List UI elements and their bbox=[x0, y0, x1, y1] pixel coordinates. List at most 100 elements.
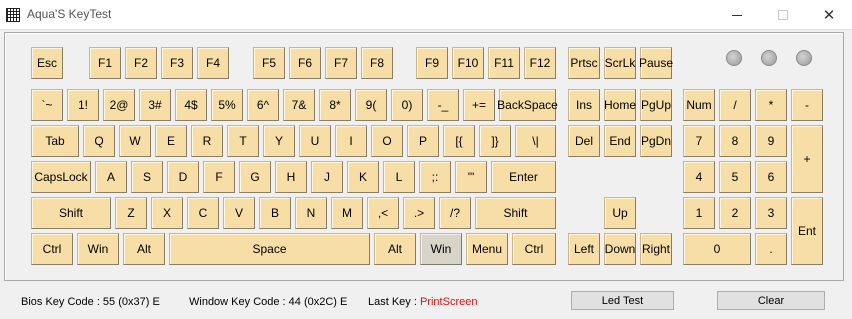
key-kp-3[interactable]: 3 bbox=[755, 197, 787, 229]
key-backslash[interactable]: \| bbox=[515, 125, 556, 157]
key-kp-enter[interactable]: Ent bbox=[791, 197, 823, 265]
key-kp-subtract[interactable]: - bbox=[791, 89, 823, 121]
key-7[interactable]: 7& bbox=[283, 89, 315, 121]
key-f4[interactable]: F4 bbox=[197, 47, 229, 79]
key-kp-0[interactable]: 0 bbox=[683, 233, 751, 265]
key-p[interactable]: P bbox=[407, 125, 439, 157]
key-0[interactable]: 0) bbox=[391, 89, 423, 121]
key-5[interactable]: 5% bbox=[211, 89, 243, 121]
key-right[interactable]: Right bbox=[640, 233, 672, 265]
key-t[interactable]: T bbox=[227, 125, 259, 157]
key-c[interactable]: C bbox=[187, 197, 219, 229]
key-f10[interactable]: F10 bbox=[452, 47, 484, 79]
key-2[interactable]: 2@ bbox=[103, 89, 135, 121]
key-6[interactable]: 6^ bbox=[247, 89, 279, 121]
key-lbracket[interactable]: [{ bbox=[443, 125, 475, 157]
key-scrlk[interactable]: ScrLk bbox=[604, 47, 636, 79]
key-backspace[interactable]: BackSpace bbox=[497, 89, 558, 121]
key-kp-2[interactable]: 2 bbox=[719, 197, 751, 229]
key-up[interactable]: Up bbox=[604, 197, 636, 229]
key-k[interactable]: K bbox=[347, 161, 379, 193]
key-x[interactable]: X bbox=[151, 197, 183, 229]
key-l[interactable]: L bbox=[383, 161, 415, 193]
key-numlock[interactable]: Num bbox=[683, 89, 715, 121]
key-pgdn[interactable]: PgDn bbox=[640, 125, 672, 157]
key-f[interactable]: F bbox=[203, 161, 235, 193]
key-u[interactable]: U bbox=[299, 125, 331, 157]
key-lwin[interactable]: Win bbox=[77, 233, 119, 265]
key-f7[interactable]: F7 bbox=[325, 47, 357, 79]
key-left[interactable]: Left bbox=[568, 233, 600, 265]
key-g[interactable]: G bbox=[239, 161, 271, 193]
close-button[interactable]: ✕ bbox=[806, 0, 852, 30]
key-f1[interactable]: F1 bbox=[89, 47, 121, 79]
key-f6[interactable]: F6 bbox=[289, 47, 321, 79]
key-f8[interactable]: F8 bbox=[361, 47, 393, 79]
key-m[interactable]: M bbox=[331, 197, 363, 229]
key-tab[interactable]: Tab bbox=[31, 125, 79, 157]
key-4[interactable]: 4$ bbox=[175, 89, 207, 121]
key-e[interactable]: E bbox=[155, 125, 187, 157]
key-home[interactable]: Home bbox=[604, 89, 636, 121]
key-kp-7[interactable]: 7 bbox=[683, 125, 715, 157]
key-1[interactable]: 1! bbox=[67, 89, 99, 121]
key-s[interactable]: S bbox=[131, 161, 163, 193]
key-a[interactable]: A bbox=[95, 161, 127, 193]
clear-button[interactable]: Clear bbox=[717, 291, 825, 310]
key-kp-9[interactable]: 9 bbox=[755, 125, 787, 157]
key-quote[interactable]: '" bbox=[455, 161, 487, 193]
key-3[interactable]: 3# bbox=[139, 89, 171, 121]
key-kp-multiply[interactable]: * bbox=[755, 89, 787, 121]
key-f11[interactable]: F11 bbox=[488, 47, 520, 79]
key-period[interactable]: .> bbox=[403, 197, 435, 229]
key-prtsc[interactable]: Prtsc bbox=[568, 47, 600, 79]
key-8[interactable]: 8* bbox=[319, 89, 351, 121]
key-v[interactable]: V bbox=[223, 197, 255, 229]
key-lctrl[interactable]: Ctrl bbox=[31, 233, 73, 265]
key-kp-5[interactable]: 5 bbox=[719, 161, 751, 193]
key-o[interactable]: O bbox=[371, 125, 403, 157]
key-r[interactable]: R bbox=[191, 125, 223, 157]
key-esc[interactable]: Esc bbox=[31, 47, 63, 79]
key-rbracket[interactable]: ]} bbox=[479, 125, 511, 157]
key-b[interactable]: B bbox=[259, 197, 291, 229]
key-lalt[interactable]: Alt bbox=[123, 233, 165, 265]
key-y[interactable]: Y bbox=[263, 125, 295, 157]
key-kp-4[interactable]: 4 bbox=[683, 161, 715, 193]
key-kp-6[interactable]: 6 bbox=[755, 161, 787, 193]
key-del[interactable]: Del bbox=[568, 125, 600, 157]
key-ins[interactable]: Ins bbox=[568, 89, 600, 121]
key-h[interactable]: H bbox=[275, 161, 307, 193]
key-f2[interactable]: F2 bbox=[125, 47, 157, 79]
key-f12[interactable]: F12 bbox=[524, 47, 556, 79]
key-lshift[interactable]: Shift bbox=[31, 197, 111, 229]
key-rwin[interactable]: Win bbox=[420, 233, 462, 265]
key-pause[interactable]: Pause bbox=[639, 47, 673, 79]
key-enter[interactable]: Enter bbox=[491, 161, 556, 193]
key-f3[interactable]: F3 bbox=[161, 47, 193, 79]
key-pgup[interactable]: PgUp bbox=[640, 89, 672, 121]
key-i[interactable]: I bbox=[335, 125, 367, 157]
key-down[interactable]: Down bbox=[604, 233, 636, 265]
key-q[interactable]: Q bbox=[83, 125, 115, 157]
key-n[interactable]: N bbox=[295, 197, 327, 229]
key-w[interactable]: W bbox=[119, 125, 151, 157]
key-end[interactable]: End bbox=[604, 125, 636, 157]
key-ralt[interactable]: Alt bbox=[374, 233, 416, 265]
key-minus[interactable]: -_ bbox=[427, 89, 459, 121]
key-j[interactable]: J bbox=[311, 161, 343, 193]
key-kp-decimal[interactable]: . bbox=[755, 233, 787, 265]
minimize-button[interactable] bbox=[714, 0, 760, 30]
key-f5[interactable]: F5 bbox=[253, 47, 285, 79]
key-semicolon[interactable]: ;: bbox=[419, 161, 451, 193]
key-comma[interactable]: ,< bbox=[367, 197, 399, 229]
key-9[interactable]: 9( bbox=[355, 89, 387, 121]
key-kp-8[interactable]: 8 bbox=[719, 125, 751, 157]
led-test-button[interactable]: Led Test bbox=[571, 291, 674, 310]
key-backquote[interactable]: `~ bbox=[31, 89, 63, 121]
key-rshift[interactable]: Shift bbox=[475, 197, 556, 229]
key-capslock[interactable]: CapsLock bbox=[31, 161, 91, 193]
key-kp-1[interactable]: 1 bbox=[683, 197, 715, 229]
key-d[interactable]: D bbox=[167, 161, 199, 193]
key-menu[interactable]: Menu bbox=[466, 233, 508, 265]
